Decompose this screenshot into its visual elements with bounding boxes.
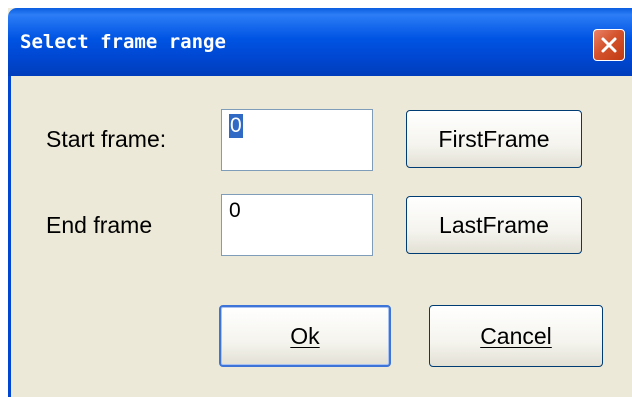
- start-frame-value: 0: [229, 114, 243, 138]
- cancel-button[interactable]: Cancel: [429, 305, 603, 367]
- start-frame-input[interactable]: 0: [221, 109, 373, 171]
- end-frame-label: End frame: [46, 212, 153, 238]
- ok-button-label: Ok: [290, 323, 320, 349]
- last-frame-button-label: LastFrame: [439, 212, 549, 238]
- end-frame-value: 0: [229, 199, 241, 222]
- first-frame-button-label: FirstFrame: [438, 126, 550, 152]
- dialog-window: Select frame range Start frame: 0 FirstF…: [8, 8, 632, 397]
- start-frame-label: Start frame:: [46, 126, 167, 152]
- close-button[interactable]: [593, 29, 625, 61]
- first-frame-button[interactable]: FirstFrame: [406, 110, 582, 168]
- title-bar[interactable]: Select frame range: [8, 8, 632, 76]
- close-icon: [601, 37, 617, 53]
- last-frame-button[interactable]: LastFrame: [406, 196, 582, 254]
- dialog-title: Select frame range: [20, 31, 226, 53]
- ok-button[interactable]: Ok: [219, 305, 391, 367]
- cancel-button-label: Cancel: [480, 323, 552, 349]
- window-border: [8, 76, 11, 397]
- end-frame-input[interactable]: 0: [221, 194, 373, 256]
